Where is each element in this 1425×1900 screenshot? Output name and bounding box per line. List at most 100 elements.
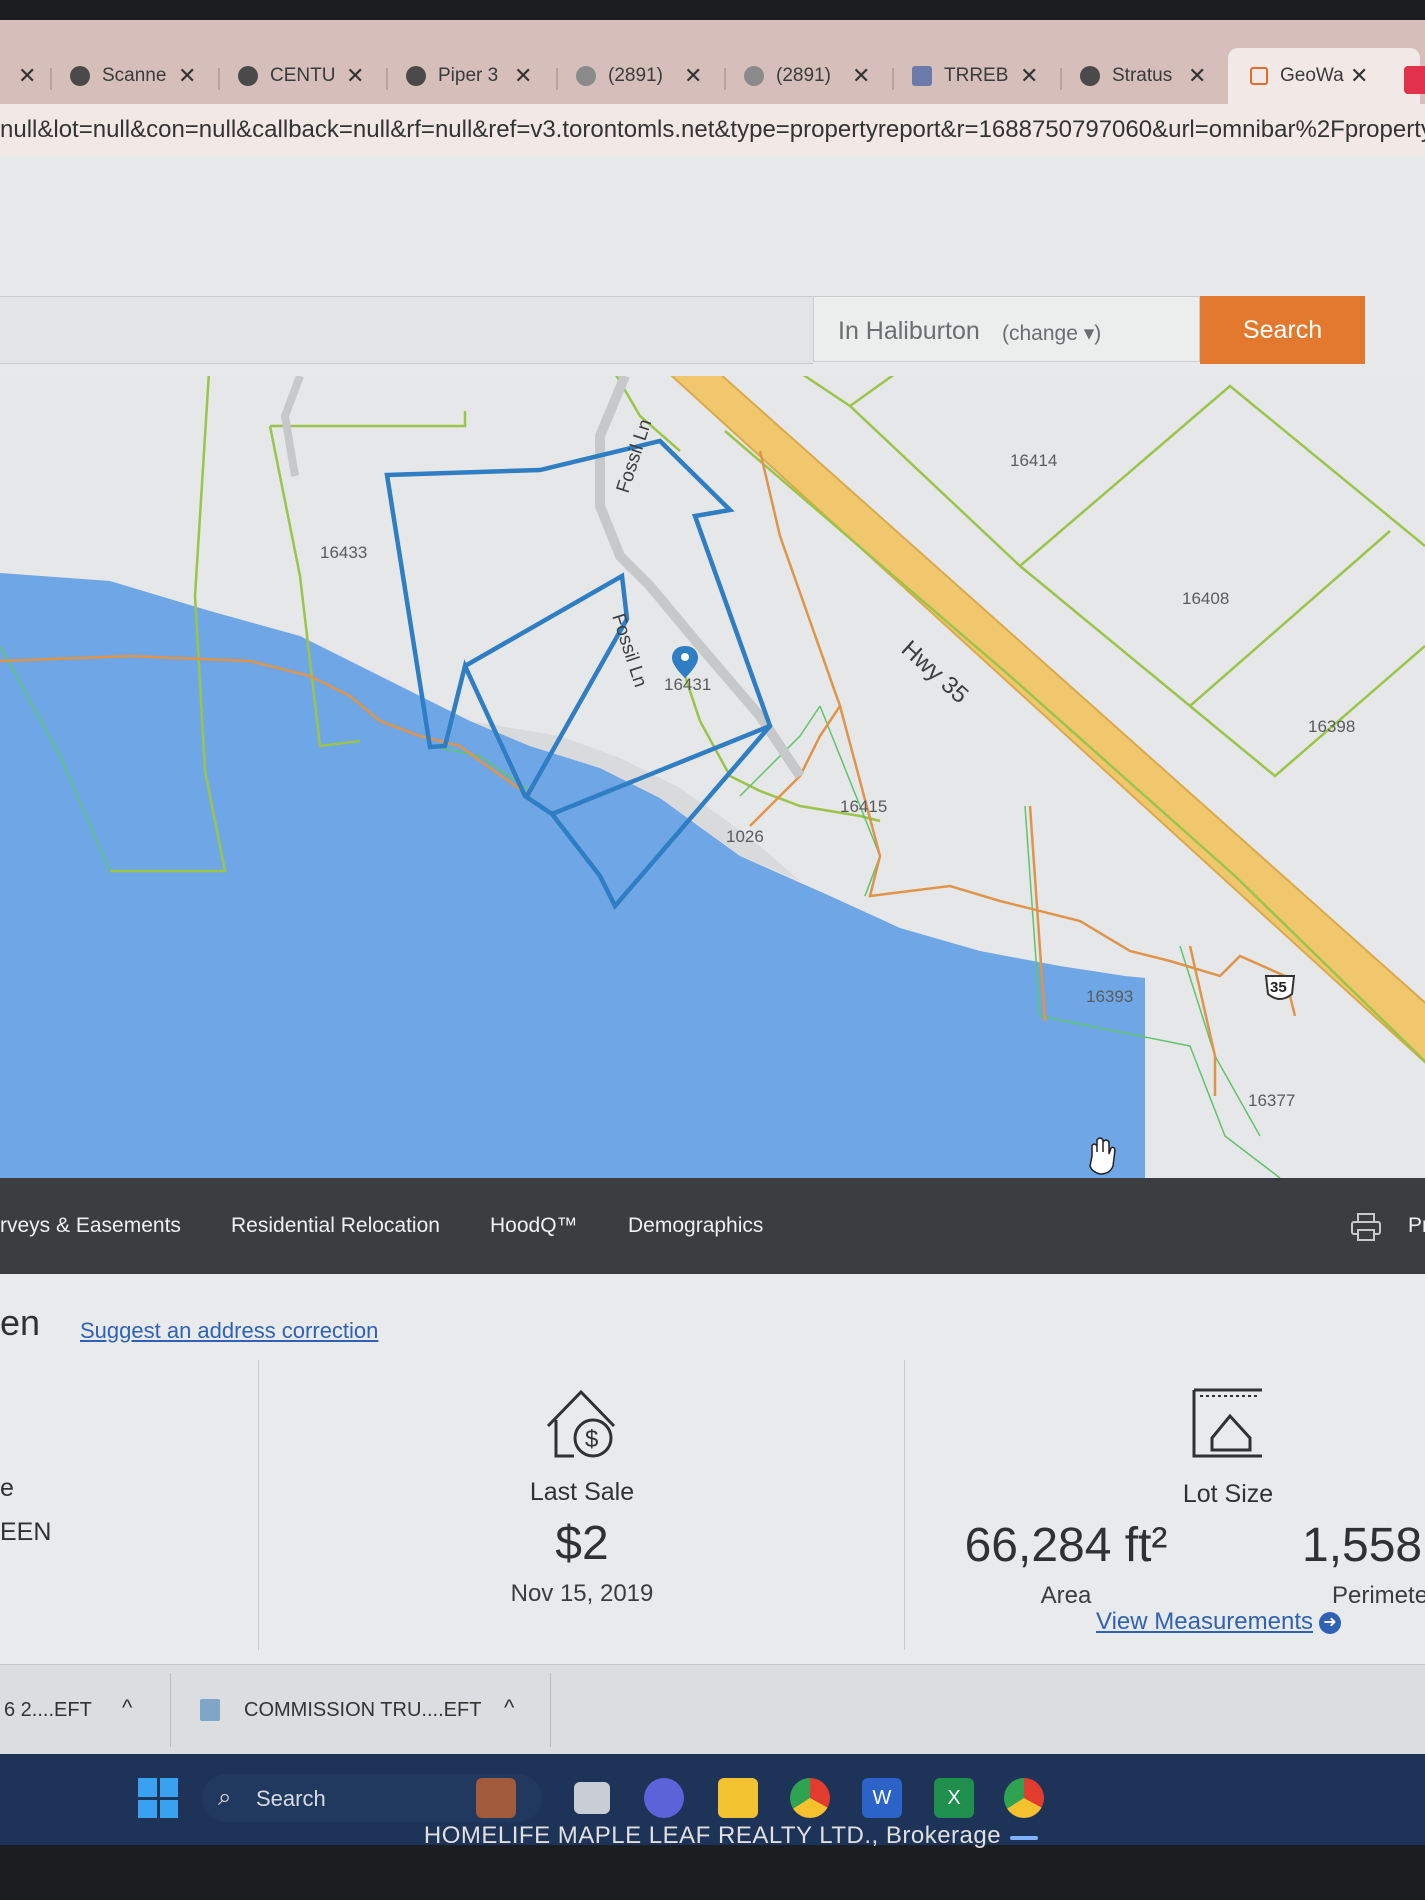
parcel-label: 16433: [320, 543, 367, 562]
download-separator: [170, 1673, 171, 1747]
parcel-label: 16414: [1010, 451, 1057, 470]
nav-surveys-easements[interactable]: rveys & Easements: [0, 1214, 181, 1238]
taskbar-search-label: Search: [256, 1786, 326, 1811]
property-details: en Suggest an address correction e EEN $…: [0, 1274, 1425, 1664]
location-selector[interactable]: In Haliburton (change ▾): [813, 296, 1200, 362]
tab-1[interactable]: Scanne ✕: [70, 58, 196, 94]
parcel-label: 1026: [726, 827, 764, 846]
task-view-icon[interactable]: [574, 1782, 610, 1814]
parcel-label: 16398: [1308, 717, 1355, 736]
parcel-label: 16377: [1248, 1091, 1295, 1110]
tab-label: Stratus: [1112, 65, 1173, 86]
teams-icon[interactable]: [644, 1778, 684, 1818]
search-icon: ⌕: [218, 1784, 232, 1811]
nav-hoodq[interactable]: HoodQ™: [490, 1214, 578, 1238]
tab-close-icon[interactable]: ✕: [852, 63, 870, 89]
monitor-brand-label: HOMELIFE MAPLE LEAF REALTY LTD., Brokera…: [423, 1822, 1002, 1849]
nav-demographics[interactable]: Demographics: [628, 1214, 763, 1238]
globe-icon: [1080, 66, 1100, 86]
parcel-label: 16408: [1182, 589, 1229, 608]
last-sale-label: Last Sale: [529, 1478, 635, 1506]
search-input[interactable]: [0, 296, 813, 364]
tab-separator: [724, 68, 726, 90]
tab-label: Piper 3: [438, 65, 499, 86]
chevron-up-icon[interactable]: ^: [122, 1695, 132, 1721]
tab-separator: [386, 68, 388, 90]
tab-close-icon[interactable]: ✕: [346, 63, 364, 89]
tab-4[interactable]: (2891) ✕: [576, 58, 702, 94]
change-location-link[interactable]: (change ▾): [1002, 321, 1101, 346]
tab-label: Scanne: [102, 65, 167, 86]
chat-icon: [744, 66, 764, 86]
chat-icon: [576, 66, 596, 86]
highway-shield-icon: 35: [1264, 975, 1296, 1000]
tab-close-icon[interactable]: ✕: [1188, 63, 1206, 89]
download-item[interactable]: 6 2....EFT: [4, 1699, 92, 1722]
lot-area-label: Area: [1040, 1582, 1092, 1609]
tab-label: CENTU: [270, 65, 336, 86]
tab-label: (2891): [608, 65, 663, 86]
chrome-profile-icon[interactable]: [1004, 1778, 1044, 1818]
address-heading: en: [0, 1302, 41, 1343]
chevron-up-icon[interactable]: ^: [504, 1695, 514, 1721]
lot-area-value: 66,284 ft²: [964, 1519, 1168, 1572]
nav-print[interactable]: Pr: [1408, 1214, 1425, 1238]
nav-residential-relocation[interactable]: Residential Relocation: [231, 1214, 440, 1238]
page-header: [0, 156, 1425, 257]
century21-icon: [406, 66, 426, 86]
download-item[interactable]: COMMISSION TRU....EFT: [244, 1699, 481, 1722]
lot-size-icon: [1192, 1388, 1262, 1458]
left-card-label: e: [0, 1474, 14, 1502]
print-icon[interactable]: [1350, 1212, 1382, 1242]
downloads-bar: 6 2....EFT ^ COMMISSION TRU....EFT ^: [0, 1664, 1425, 1755]
document-icon: [200, 1699, 220, 1721]
column-divider: [258, 1360, 259, 1650]
tab-label: TRREB: [944, 65, 1009, 86]
tab-separator: [892, 68, 894, 90]
tab-close-icon[interactable]: ✕: [1350, 63, 1368, 89]
tab-separator: [1060, 68, 1062, 90]
lot-perimeter-value: 1,558: [1302, 1519, 1423, 1572]
excel-icon[interactable]: X: [934, 1778, 974, 1818]
download-separator: [550, 1673, 551, 1747]
tab-3[interactable]: Piper 3 ✕: [406, 58, 532, 94]
lot-perimeter-label: Perimete: [1332, 1582, 1425, 1609]
report-nav-bar: rveys & Easements Residential Relocation…: [0, 1178, 1425, 1274]
game-icon[interactable]: [476, 1778, 516, 1818]
new-tab-icon[interactable]: [1404, 66, 1425, 94]
parcel-label: 16393: [1086, 987, 1133, 1006]
tab-7[interactable]: Stratus ✕: [1080, 58, 1206, 94]
view-measurements-link[interactable]: View Measurements ➜: [1096, 1608, 1341, 1636]
tab-close-icon[interactable]: ✕: [684, 63, 702, 89]
chrome-icon[interactable]: [790, 1778, 830, 1818]
parcel-label: 16431: [664, 675, 711, 694]
tab-close-icon[interactable]: ✕: [1020, 63, 1038, 89]
tab-close-icon[interactable]: ✕: [18, 63, 36, 89]
tab-close-icon[interactable]: ✕: [178, 63, 196, 89]
tab-5[interactable]: (2891) ✕: [744, 58, 870, 94]
left-card-value: EEN: [0, 1518, 52, 1546]
tab-6[interactable]: TRREB ✕: [912, 58, 1038, 94]
file-explorer-icon[interactable]: [718, 1778, 758, 1818]
suggest-address-correction-link[interactable]: Suggest an address correction: [80, 1318, 378, 1344]
tab-close-icon[interactable]: ✕: [514, 63, 532, 89]
tab-0[interactable]: ✕: [12, 58, 36, 94]
address-bar[interactable]: null&lot=null&con=null&callback=null&rf=…: [0, 104, 1425, 156]
search-button[interactable]: Search: [1200, 296, 1365, 364]
view-measurements-label: View Measurements: [1096, 1608, 1313, 1635]
trreb-icon: [912, 66, 932, 86]
house-dollar-icon: $: [546, 1389, 616, 1458]
location-text: In Haliburton: [838, 317, 980, 345]
windows-start-icon[interactable]: [138, 1778, 178, 1818]
parcel-map[interactable]: 16433 16414 16408 16398 16431 16415 1026…: [0, 376, 1425, 1178]
tab-label: (2891): [776, 65, 831, 86]
tab-8-active[interactable]: GeoWa ✕: [1228, 48, 1420, 104]
url-text[interactable]: null&lot=null&con=null&callback=null&rf=…: [0, 116, 1425, 144]
parcel-label: 16415: [840, 797, 887, 816]
arrow-right-circle-icon: ➜: [1318, 1611, 1341, 1634]
tab-2[interactable]: CENTU ✕: [238, 58, 364, 94]
monitor-screen: ✕ Scanne ✕ CENTU ✕ Piper 3 ✕ (2891) ✕ (2…: [0, 20, 1425, 1845]
column-divider: [904, 1360, 905, 1650]
word-icon[interactable]: W: [862, 1778, 902, 1818]
globe-icon: [70, 66, 90, 86]
